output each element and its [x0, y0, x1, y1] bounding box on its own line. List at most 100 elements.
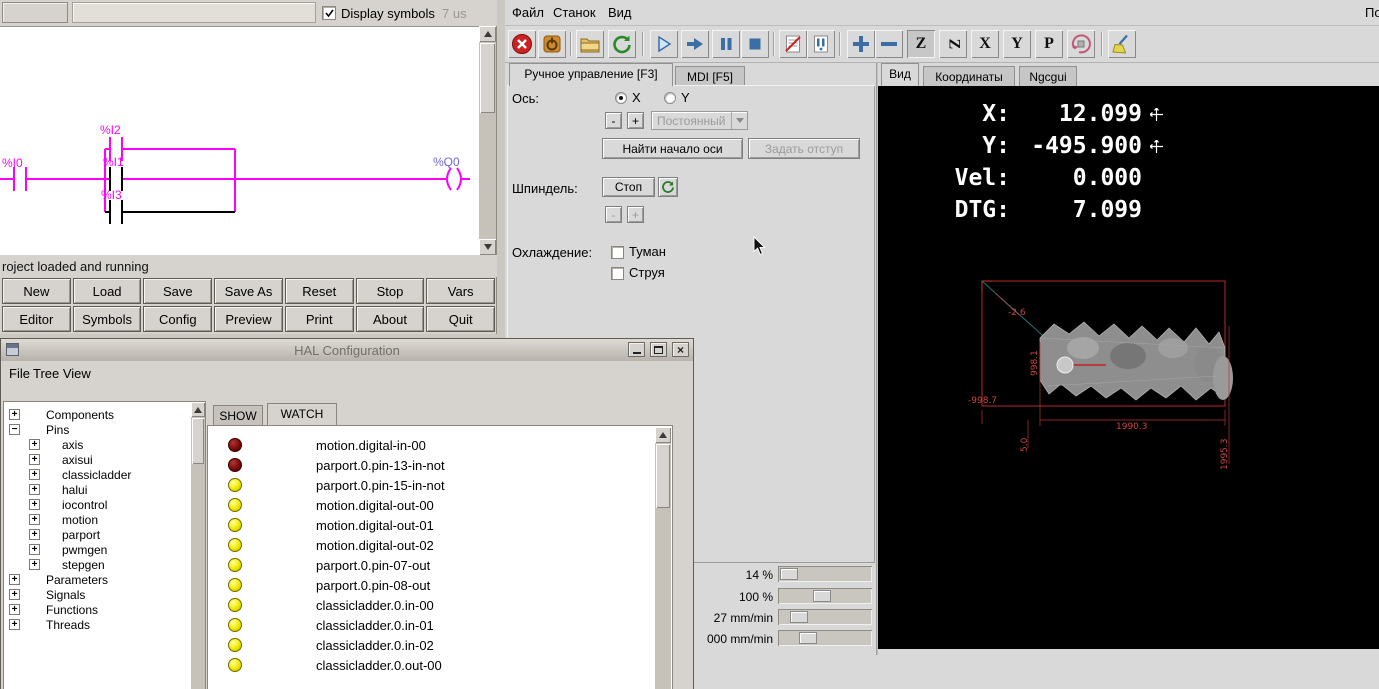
tree-item-motion[interactable]: motion [4, 512, 205, 527]
jog-plus-button[interactable]: + [627, 112, 644, 129]
expander-icon[interactable] [9, 619, 20, 630]
estop-button[interactable] [508, 30, 536, 58]
tree-scrollbar[interactable] [191, 402, 205, 689]
scroll-down-button[interactable] [479, 239, 496, 255]
tree-item-classicladder[interactable]: classicladder [4, 467, 205, 482]
tab-manual-control[interactable]: Ручное управление [F3] [509, 63, 673, 86]
minimize-button[interactable] [628, 342, 645, 357]
stop-button[interactable]: Stop [355, 278, 425, 304]
slider-handle[interactable] [790, 611, 808, 623]
maximize-button[interactable] [650, 342, 667, 357]
jog-minus-button[interactable]: - [605, 112, 622, 129]
rung-nav-control[interactable] [2, 2, 68, 23]
tree-item-iocontrol[interactable]: iocontrol [4, 497, 205, 512]
slider-handle[interactable] [813, 590, 831, 602]
expander-icon[interactable] [29, 499, 40, 510]
feed-override-slider[interactable] [778, 588, 872, 604]
tab-ngcgui[interactable]: Ngcgui [1019, 66, 1077, 86]
expander-icon[interactable] [29, 514, 40, 525]
watch-row[interactable]: parport.0.pin-15-in-not [208, 475, 672, 495]
jog-mode-combo[interactable]: Постоянный [651, 111, 748, 130]
watch-scrollbar[interactable] [655, 427, 671, 689]
new-button[interactable]: New [2, 278, 71, 304]
velocity-slider[interactable] [778, 609, 872, 625]
menu-file[interactable]: File [9, 366, 30, 381]
collapse-icon[interactable] [9, 424, 20, 435]
spindle-minus-button[interactable]: - [605, 206, 622, 223]
tree-item-functions[interactable]: Functions [4, 602, 205, 617]
watch-row[interactable]: parport.0.pin-07-out [208, 555, 672, 575]
view-side-button[interactable]: X [971, 30, 999, 58]
tree-item-halui[interactable]: halui [4, 482, 205, 497]
ladder-scrollbar[interactable] [479, 26, 496, 255]
reset-button[interactable]: Reset [284, 278, 354, 304]
expander-icon[interactable] [9, 409, 20, 420]
watch-row[interactable]: parport.0.pin-13-in-not [208, 455, 672, 475]
expander-icon[interactable] [9, 604, 20, 615]
open-file-button[interactable] [576, 30, 604, 58]
view-rotated-top-button[interactable]: Z [939, 30, 967, 58]
vars-button[interactable]: Vars [426, 278, 496, 304]
tree-item-parport[interactable]: parport [4, 527, 205, 542]
view-front-button[interactable]: Y [1003, 30, 1031, 58]
flood-checkbox[interactable] [611, 267, 624, 280]
tab-show[interactable]: SHOW [213, 405, 263, 425]
tab-coordinates[interactable]: Координаты [923, 66, 1015, 86]
expander-icon[interactable] [29, 469, 40, 480]
menu-machine[interactable]: Станок [553, 5, 596, 20]
tab-preview[interactable]: Вид [881, 63, 919, 86]
tree-item-parameters[interactable]: Parameters [4, 572, 205, 587]
tree-item-axisui[interactable]: axisui [4, 452, 205, 467]
load-button[interactable]: Load [72, 278, 142, 304]
print-button[interactable]: Print [284, 306, 354, 332]
set-offset-button[interactable]: Задать отступ [748, 138, 860, 159]
hal-titlebar[interactable]: HAL Configuration × [1, 339, 693, 361]
save-button[interactable]: Save [143, 278, 213, 304]
zoom-in-button[interactable] [847, 30, 875, 58]
radio-axis-x[interactable] [615, 92, 627, 104]
max-velocity-slider[interactable] [778, 630, 872, 646]
menu-view[interactable]: Вид [608, 5, 632, 20]
expander-icon[interactable] [9, 589, 20, 600]
menu-file[interactable]: Файл [512, 5, 544, 20]
scrollbar-thumb[interactable] [656, 444, 670, 508]
watch-row[interactable]: motion.digital-out-02 [208, 535, 672, 555]
tab-watch[interactable]: WATCH [267, 403, 337, 425]
display-symbols-checkbox[interactable] [322, 6, 336, 20]
quit-button[interactable]: Quit [426, 306, 496, 332]
stop-button[interactable] [741, 30, 769, 58]
rotate-view-button[interactable] [1067, 30, 1095, 58]
slider-handle[interactable] [780, 568, 798, 580]
scroll-up-button[interactable] [191, 402, 205, 417]
reload-button[interactable] [608, 30, 636, 58]
tree-item-pins[interactable]: Pins [4, 422, 205, 437]
watch-row[interactable]: classicladder.0.in-02 [208, 635, 672, 655]
preview-canvas[interactable]: X: 12.099 Y: -495.900 Vel: 0.000 DTG: 7.… [878, 86, 1379, 649]
watch-row[interactable]: motion.digital-out-00 [208, 495, 672, 515]
expander-icon[interactable] [29, 544, 40, 555]
symbols-button[interactable]: Symbols [72, 306, 142, 332]
step-button[interactable] [681, 30, 709, 58]
tab-mdi[interactable]: MDI [F5] [675, 66, 745, 86]
jog-speed-slider[interactable] [778, 566, 872, 582]
tree-item-stepgen[interactable]: stepgen [4, 557, 205, 572]
slider-handle[interactable] [799, 632, 817, 644]
expander-icon[interactable] [9, 574, 20, 585]
expander-icon[interactable] [29, 439, 40, 450]
scrollbar-thumb[interactable] [480, 43, 495, 113]
scroll-up-button[interactable] [479, 26, 496, 42]
tree-item-axis[interactable]: axis [4, 437, 205, 452]
tree-item-components[interactable]: Components [4, 407, 205, 422]
clear-plot-button[interactable] [1108, 30, 1136, 58]
spindle-stop-button[interactable]: Стоп [602, 177, 655, 197]
watch-row[interactable]: parport.0.pin-08-out [208, 575, 672, 595]
pause-button[interactable] [712, 30, 740, 58]
watch-row[interactable]: motion.digital-in-00 [208, 435, 672, 455]
expander-icon[interactable] [29, 484, 40, 495]
spindle-direction-button[interactable] [658, 177, 678, 197]
save-as-button[interactable]: Save As [214, 278, 283, 304]
machine-on-button[interactable] [538, 30, 566, 58]
scroll-up-button[interactable] [655, 427, 671, 443]
tree-item-signals[interactable]: Signals [4, 587, 205, 602]
expander-icon[interactable] [29, 529, 40, 540]
